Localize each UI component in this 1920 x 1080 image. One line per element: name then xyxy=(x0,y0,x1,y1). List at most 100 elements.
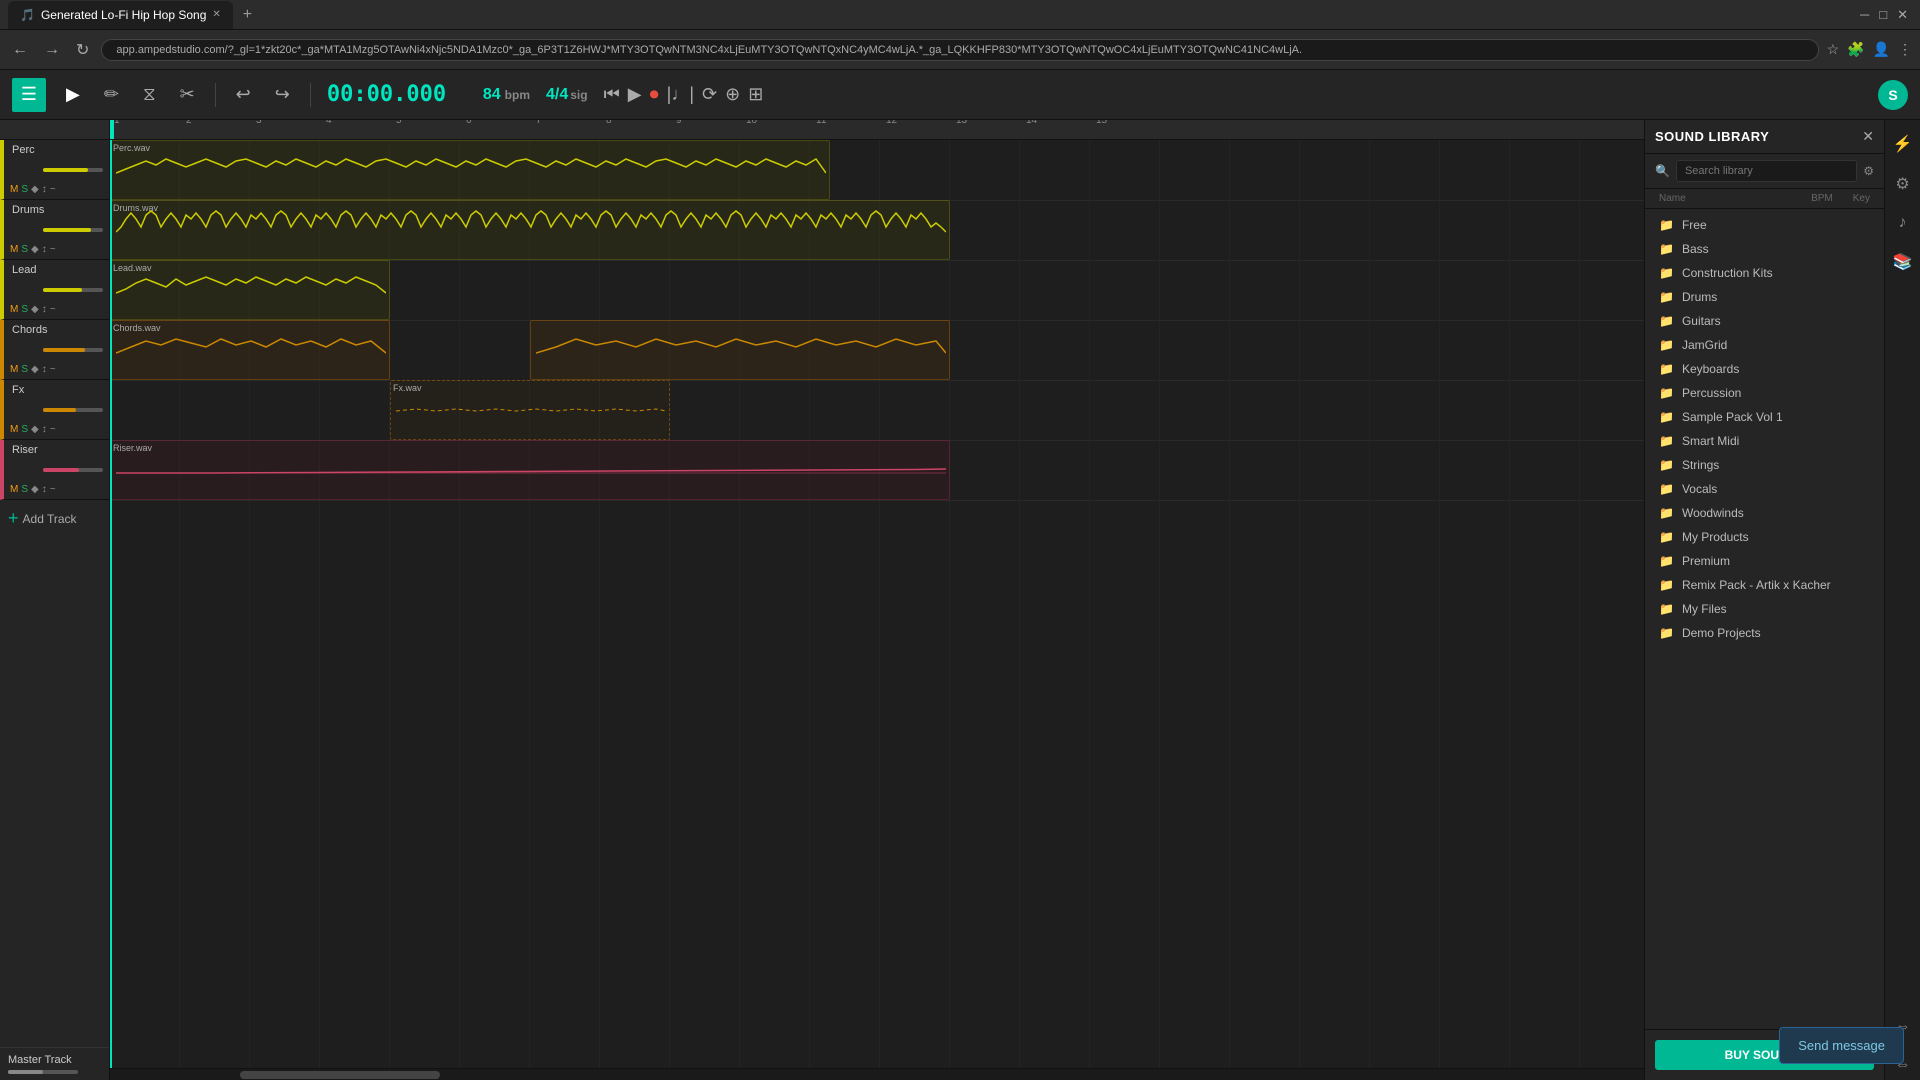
chords-clip-1[interactable]: Chords.wav xyxy=(110,320,390,380)
library-item-free[interactable]: 📁Free xyxy=(1645,213,1884,237)
pan-btn-perc[interactable]: ↕ xyxy=(42,184,47,195)
tab-close-btn[interactable]: ✕ xyxy=(212,9,220,20)
solo-btn-drums[interactable]: S xyxy=(21,244,28,255)
pan-btn-fx[interactable]: ↕ xyxy=(42,424,47,435)
user-avatar[interactable]: S xyxy=(1878,80,1908,110)
library-item-my-products[interactable]: 📁My Products xyxy=(1645,525,1884,549)
library-item-sample-pack-vol-1[interactable]: 📁Sample Pack Vol 1 xyxy=(1645,405,1884,429)
fx-btn-drums[interactable]: ~ xyxy=(50,244,56,255)
select-tool-btn[interactable]: ▶ xyxy=(62,80,84,109)
mute-btn-fx[interactable]: M xyxy=(10,424,18,435)
redo-btn[interactable]: ↪ xyxy=(271,80,294,109)
undo-btn[interactable]: ↩ xyxy=(232,80,255,109)
library-item-premium[interactable]: 📁Premium xyxy=(1645,549,1884,573)
add-track-btn[interactable]: + Add Track xyxy=(0,500,109,537)
fx-btn-chords[interactable]: ~ xyxy=(50,364,56,375)
library-item-vocals[interactable]: 📁Vocals xyxy=(1645,477,1884,501)
library-item-construction-kits[interactable]: 📁Construction Kits xyxy=(1645,261,1884,285)
riser-clip[interactable]: Riser.wav xyxy=(110,440,950,500)
mixer-icon[interactable]: ⚡ xyxy=(1887,128,1919,160)
time-sig-value: 4/4 xyxy=(546,86,568,104)
drums-clip[interactable]: Drums.wav xyxy=(110,200,950,260)
scrollbar-thumb[interactable] xyxy=(240,1071,440,1079)
skip-back-btn[interactable]: ⏮ xyxy=(604,84,620,105)
bpm-control[interactable]: 84 bpm xyxy=(483,86,530,104)
horizontal-scrollbar[interactable] xyxy=(110,1068,1644,1080)
profile-icon[interactable]: 👤 xyxy=(1873,41,1890,58)
menu-hamburger-btn[interactable]: ☰ xyxy=(12,78,46,112)
library-header: SOUND LIBRARY ✕ xyxy=(1645,120,1884,154)
library-item-percussion[interactable]: 📁Percussion xyxy=(1645,381,1884,405)
filter-icon[interactable]: ⚙ xyxy=(1863,164,1874,178)
solo-btn-fx[interactable]: S xyxy=(21,424,28,435)
send-message-btn[interactable]: Send message xyxy=(1779,1027,1904,1064)
active-tab[interactable]: 🎵 Generated Lo-Fi Hip Hop Song ✕ xyxy=(8,1,233,29)
fx-btn-lead[interactable]: ~ xyxy=(50,304,56,315)
reload-btn[interactable]: ↻ xyxy=(72,36,93,64)
library-item-woodwinds[interactable]: 📁Woodwinds xyxy=(1645,501,1884,525)
back-btn[interactable]: ← xyxy=(8,37,32,63)
pencil-tool-btn[interactable]: ✏ xyxy=(100,80,123,109)
solo-btn-riser[interactable]: S xyxy=(21,484,28,495)
library-item-smart-midi[interactable]: 📁Smart Midi xyxy=(1645,429,1884,453)
settings-icon[interactable]: ⚙ xyxy=(1889,168,1915,200)
folder-icon: 📁 xyxy=(1659,434,1674,448)
piano-icon[interactable]: ♪ xyxy=(1893,208,1913,238)
arrangement-btn[interactable]: ⊞ xyxy=(748,84,763,105)
inst-btn-perc[interactable]: ◆ xyxy=(31,184,39,195)
fx-btn-fx[interactable]: ~ xyxy=(50,424,56,435)
time-sig-control[interactable]: 4/4 sig xyxy=(546,86,588,104)
library-item-drums[interactable]: 📁Drums xyxy=(1645,285,1884,309)
address-input[interactable] xyxy=(101,39,1818,61)
mute-btn-chords[interactable]: M xyxy=(10,364,18,375)
solo-btn-lead[interactable]: S xyxy=(21,304,28,315)
mute-btn-drums[interactable]: M xyxy=(10,244,18,255)
fx-btn-riser[interactable]: ~ xyxy=(50,484,56,495)
extensions-icon[interactable]: 🧩 xyxy=(1847,41,1864,58)
library-item-strings[interactable]: 📁Strings xyxy=(1645,453,1884,477)
metronome-btn[interactable]: |♩| xyxy=(667,84,694,105)
fx-clip[interactable]: Fx.wav xyxy=(390,380,670,440)
inst-btn-fx[interactable]: ◆ xyxy=(31,424,39,435)
inst-btn-lead[interactable]: ◆ xyxy=(31,304,39,315)
pan-btn-chords[interactable]: ↕ xyxy=(42,364,47,375)
mute-btn-perc[interactable]: M xyxy=(10,184,18,195)
chords-clip-2[interactable] xyxy=(530,320,950,380)
play-btn[interactable]: ▶ xyxy=(628,84,642,105)
fx-btn-perc[interactable]: ~ xyxy=(50,184,56,195)
loop-btn[interactable]: ⟳ xyxy=(702,84,717,105)
menu-icon[interactable]: ⋮ xyxy=(1898,41,1912,58)
pan-btn-lead[interactable]: ↕ xyxy=(42,304,47,315)
library-search-input[interactable] xyxy=(1676,160,1857,182)
library-close-btn[interactable]: ✕ xyxy=(1862,128,1874,145)
library-item-demo-projects[interactable]: 📁Demo Projects xyxy=(1645,621,1884,645)
library-item-jamgrid[interactable]: 📁JamGrid xyxy=(1645,333,1884,357)
cut-tool-btn[interactable]: ✂ xyxy=(176,80,199,109)
new-tab-button[interactable]: + xyxy=(237,6,258,24)
close-btn[interactable]: ✕ xyxy=(1897,7,1908,23)
split-tool-btn[interactable]: ⧖ xyxy=(139,80,160,109)
solo-btn-perc[interactable]: S xyxy=(21,184,28,195)
record-btn[interactable]: ⏺ xyxy=(650,84,659,105)
library-icon[interactable]: 📚 xyxy=(1887,246,1919,278)
forward-btn[interactable]: → xyxy=(40,37,64,63)
library-item-guitars[interactable]: 📁Guitars xyxy=(1645,309,1884,333)
bookmark-icon[interactable]: ☆ xyxy=(1827,41,1840,58)
inst-btn-riser[interactable]: ◆ xyxy=(31,484,39,495)
perc-clip[interactable]: Perc.wav xyxy=(110,140,830,200)
inst-btn-chords[interactable]: ◆ xyxy=(31,364,39,375)
maximize-btn[interactable]: □ xyxy=(1879,7,1887,23)
midi-btn[interactable]: ⊕ xyxy=(725,84,740,105)
library-item-my-files[interactable]: 📁My Files xyxy=(1645,597,1884,621)
minimize-btn[interactable]: ─ xyxy=(1860,7,1869,23)
inst-btn-drums[interactable]: ◆ xyxy=(31,244,39,255)
library-item-bass[interactable]: 📁Bass xyxy=(1645,237,1884,261)
pan-btn-drums[interactable]: ↕ xyxy=(42,244,47,255)
lead-clip[interactable]: Lead.wav xyxy=(110,260,390,320)
solo-btn-chords[interactable]: S xyxy=(21,364,28,375)
library-item-remix-pack---artik-x-kacher[interactable]: 📁Remix Pack - Artik x Kacher xyxy=(1645,573,1884,597)
pan-btn-riser[interactable]: ↕ xyxy=(42,484,47,495)
mute-btn-riser[interactable]: M xyxy=(10,484,18,495)
mute-btn-lead[interactable]: M xyxy=(10,304,18,315)
library-item-keyboards[interactable]: 📁Keyboards xyxy=(1645,357,1884,381)
